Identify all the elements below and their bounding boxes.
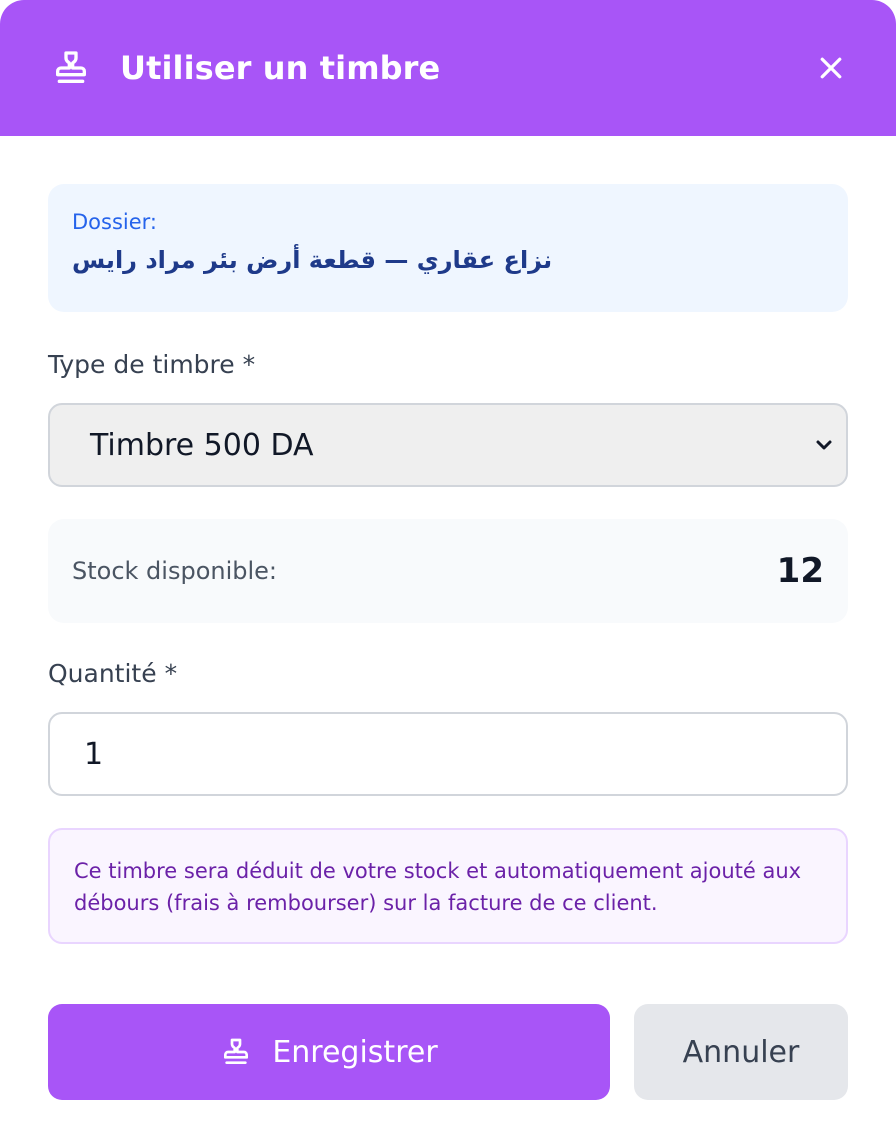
stamp-icon: [50, 47, 92, 89]
close-icon[interactable]: [811, 48, 851, 88]
save-button-label: Enregistrer: [272, 1034, 438, 1070]
stock-count: 12: [776, 551, 824, 591]
chevron-down-icon: [812, 433, 836, 457]
cancel-button[interactable]: Annuler: [634, 1004, 848, 1100]
dossier-value: نزاع عقاري — قطعة أرض بئر مراد رايس: [72, 246, 553, 274]
use-stamp-dialog: Utiliser un timbre Dossier: نزاع عقاري —…: [0, 0, 896, 1148]
stamp-type-label: Type de timbre *: [48, 350, 256, 379]
quantity-input[interactable]: 1: [48, 712, 848, 796]
dossier-info: Dossier: نزاع عقاري — قطعة أرض بئر مراد …: [48, 184, 848, 312]
quantity-label: Quantité *: [48, 659, 178, 688]
stamp-type-select[interactable]: Timbre 500 DA: [48, 403, 848, 487]
stock-available: Stock disponible: 12: [48, 519, 848, 623]
stamp-type-selected-value: Timbre 500 DA: [90, 427, 314, 463]
save-button[interactable]: Enregistrer: [48, 1004, 610, 1100]
info-note: Ce timbre sera déduit de votre stock et …: [48, 828, 848, 944]
dossier-label: Dossier:: [72, 210, 157, 234]
quantity-value: 1: [84, 736, 104, 772]
cancel-button-label: Annuler: [682, 1034, 800, 1070]
info-note-text: Ce timbre sera déduit de votre stock et …: [74, 859, 802, 915]
stock-label: Stock disponible:: [72, 557, 278, 585]
dialog-body: Dossier: نزاع عقاري — قطعة أرض بئر مراد …: [0, 136, 896, 944]
stamp-icon: [220, 1036, 252, 1068]
dialog-actions: Enregistrer Annuler: [48, 1004, 848, 1100]
dialog-header: Utiliser un timbre: [0, 0, 896, 136]
dialog-title: Utiliser un timbre: [120, 49, 441, 87]
